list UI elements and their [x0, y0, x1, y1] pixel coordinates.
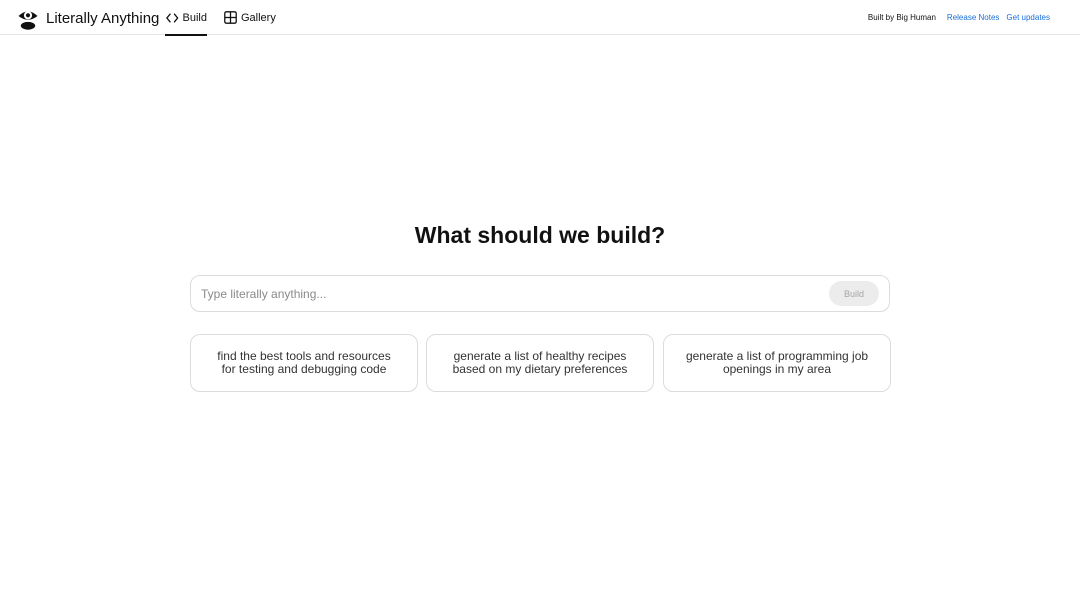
prompt-box: Build: [190, 275, 890, 312]
build-button[interactable]: Build: [829, 281, 879, 306]
code-brackets-icon: [166, 12, 179, 23]
suggestion-text: find the best tools and resources for te…: [217, 349, 391, 376]
suggestion-text: generate a list of healthy recipes based…: [452, 349, 628, 376]
suggestion-card[interactable]: find the best tools and resources for te…: [190, 334, 418, 392]
eye-icon: [18, 11, 38, 30]
prompt-input[interactable]: [201, 282, 821, 306]
suggestion-card[interactable]: generate a list of programming job openi…: [663, 334, 891, 392]
built-by-text[interactable]: Built by Big Human: [868, 13, 936, 22]
grid-icon: [224, 11, 237, 24]
tab-build[interactable]: Build: [165, 0, 207, 36]
header-links: Built by Big Human Release Notes Get upd…: [868, 0, 1050, 35]
release-notes-link[interactable]: Release Notes: [947, 13, 999, 22]
brand[interactable]: Literally Anything: [17, 6, 159, 30]
top-navigation-bar: Literally Anything Build Gallery Built b…: [0, 0, 1080, 36]
get-updates-link[interactable]: Get updates: [1006, 13, 1050, 22]
tab-gallery[interactable]: Gallery: [224, 0, 276, 35]
brand-name: Literally Anything: [46, 9, 160, 27]
tab-build-label: Build: [182, 11, 207, 24]
suggestion-text: generate a list of programming job openi…: [685, 349, 869, 376]
page-title: What should we build?: [414, 222, 666, 248]
suggestion-card[interactable]: generate a list of healthy recipes based…: [426, 334, 654, 392]
tab-gallery-label: Gallery: [241, 11, 276, 24]
